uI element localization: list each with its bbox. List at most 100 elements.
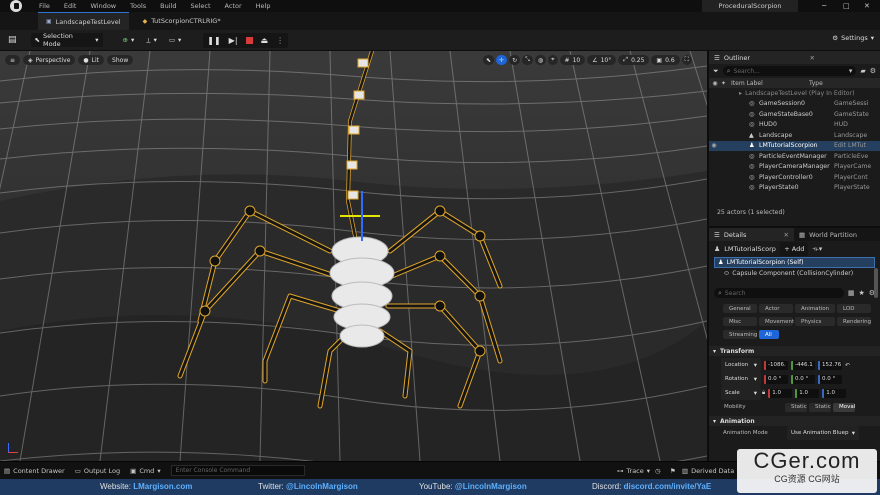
outliner-row[interactable]: ▲ Landscape Landscape bbox=[709, 130, 880, 141]
close-tab-icon[interactable]: ✕ bbox=[810, 54, 815, 62]
add-actor-button[interactable]: ⊕ ▾ bbox=[119, 33, 139, 47]
menu-actor[interactable]: Actor bbox=[218, 0, 249, 12]
close-icon[interactable]: ✕ bbox=[864, 0, 870, 12]
show-button[interactable]: Show bbox=[107, 55, 134, 65]
eject-icon[interactable]: ⏏ bbox=[261, 36, 269, 45]
stop-icon[interactable] bbox=[245, 36, 253, 44]
eye-icon[interactable]: ◉ bbox=[709, 142, 719, 149]
notifications-icon[interactable]: ⚑ bbox=[670, 467, 676, 475]
menu-tools[interactable]: Tools bbox=[123, 0, 153, 12]
grid-snap-button[interactable]: #10 bbox=[559, 55, 586, 65]
star-icon[interactable]: ★ bbox=[858, 289, 864, 297]
location-x-field[interactable]: -1086. bbox=[764, 360, 788, 370]
filter-movement[interactable]: Movement bbox=[759, 317, 794, 326]
filter-animation[interactable]: Animation bbox=[795, 304, 835, 313]
cinematics-button[interactable]: ▭ ▾ bbox=[165, 33, 185, 47]
animation-section-header[interactable]: ▾ Animation bbox=[709, 416, 880, 426]
menu-file[interactable]: File bbox=[32, 0, 57, 12]
selection-mode-dropdown[interactable]: ⬉ Selection Mode ▾ bbox=[30, 32, 103, 48]
output-log-button[interactable]: ▭ Output Log bbox=[75, 467, 120, 475]
settings-button[interactable]: ⚙ Settings ▾ bbox=[832, 34, 874, 42]
filter-icon[interactable]: ⏷ bbox=[713, 67, 719, 76]
mobility-static[interactable]: Static bbox=[785, 402, 807, 412]
folder-icon[interactable]: ▰ bbox=[860, 67, 865, 75]
outliner-row[interactable]: ◎ ParticleEventManager ParticleEve bbox=[709, 151, 880, 162]
tab-landscape-test-level[interactable]: ▣ LandscapeTestLevel bbox=[38, 12, 129, 30]
location-y-field[interactable]: -446.1 bbox=[791, 360, 815, 370]
scale-snap-button[interactable]: ⤢ 0.25 bbox=[618, 55, 650, 65]
unreal-logo-icon[interactable] bbox=[10, 0, 22, 12]
details-scrollbar[interactable] bbox=[874, 268, 878, 298]
settings-icon[interactable]: ⚙ bbox=[870, 67, 876, 75]
animation-mode-dropdown[interactable]: Use Animation Blueprin▾ bbox=[787, 426, 859, 440]
outliner-row[interactable]: ◎ PlayerCameraManager PlayerCame bbox=[709, 162, 880, 173]
filter-all[interactable]: All bbox=[759, 330, 779, 339]
outliner-row[interactable]: ◎ PlayerState0 PlayerState bbox=[709, 183, 880, 194]
tab-details[interactable]: ☰ Details ✕ bbox=[709, 228, 794, 241]
filter-physics[interactable]: Physics bbox=[795, 317, 835, 326]
menu-window[interactable]: Window bbox=[83, 0, 123, 12]
surface-snap-button[interactable]: ⌖ bbox=[548, 55, 558, 65]
tab-world-partition[interactable]: ▦ World Partition bbox=[794, 228, 862, 241]
close-tab-icon[interactable]: ✕ bbox=[784, 231, 789, 239]
filter-misc[interactable]: Misc bbox=[723, 317, 757, 326]
blueprint-button[interactable]: ⟂ ▾ bbox=[142, 33, 161, 47]
property-matrix-icon[interactable]: ▦ bbox=[848, 289, 855, 297]
reset-icon[interactable]: ↶ bbox=[845, 362, 850, 369]
rotation-snap-button[interactable]: ∠ 10° bbox=[587, 55, 617, 65]
trace-button[interactable]: ⊶ Trace ▾ bbox=[617, 467, 650, 475]
pause-icon[interactable]: ❚❚ bbox=[207, 36, 220, 45]
revision-control-icon[interactable]: ◷ bbox=[655, 467, 661, 475]
outliner-row[interactable]: ◎ HUD0 HUD bbox=[709, 120, 880, 131]
scale-y-field[interactable]: 1.0 bbox=[795, 388, 820, 398]
level-row[interactable]: ▸ LandscapeTestLevel (Play In Editor) bbox=[709, 88, 880, 99]
minimize-icon[interactable]: ─ bbox=[822, 0, 826, 12]
menu-build[interactable]: Build bbox=[153, 0, 183, 12]
outliner-tab[interactable]: ☰ Outliner ✕ bbox=[709, 51, 880, 64]
content-drawer-button[interactable]: ▤ Content Drawer bbox=[4, 467, 65, 475]
add-component-button[interactable]: + Add bbox=[780, 242, 809, 256]
filter-lod[interactable]: LOD bbox=[837, 304, 871, 313]
cmd-dropdown[interactable]: ▣ Cmd ▾ bbox=[130, 467, 160, 475]
component-self-row[interactable]: ♟ LMTutorialScorpion (Self) bbox=[714, 257, 875, 268]
maximize-viewport-button[interactable]: ⛶ bbox=[681, 55, 692, 65]
viewport-menu-button[interactable]: ≡ bbox=[5, 55, 21, 65]
scale-z-field[interactable]: 1.0 bbox=[822, 388, 847, 398]
world-space-button[interactable]: ◍ bbox=[534, 55, 547, 65]
outliner-row[interactable]: ◎ GameStateBase0 GameState bbox=[709, 109, 880, 120]
maximize-icon[interactable]: □ bbox=[843, 0, 850, 12]
component-capsule-row[interactable]: ⬭ Capsule Component (CollisionCylinder) bbox=[714, 268, 875, 279]
derived-data-button[interactable]: ▥ Derived Data bbox=[682, 467, 734, 475]
rotation-z-field[interactable]: 0.0 ° bbox=[818, 374, 842, 384]
level-viewport[interactable]: ≡ ◈ Perspective ● Lit Show ⬉ ✛ ↻ ⤡ ◍ ⌖ #10… bbox=[0, 51, 707, 461]
outliner-row-selected[interactable]: ◉ ♟ LMTutorialScorpion Edit LMTut bbox=[709, 140, 880, 151]
console-input[interactable]: Enter Console Command bbox=[170, 465, 305, 476]
scene-render[interactable] bbox=[0, 51, 707, 461]
more-options-icon[interactable]: ⋮ bbox=[276, 36, 284, 45]
filter-general[interactable]: General bbox=[723, 304, 757, 313]
mobility-movable[interactable]: Moval bbox=[833, 402, 855, 412]
skip-frame-icon[interactable]: ▶| bbox=[229, 36, 238, 45]
mobility-stationary[interactable]: Static bbox=[809, 402, 831, 412]
filter-rendering[interactable]: Rendering bbox=[837, 317, 871, 326]
details-search-box[interactable]: ⌕ Search bbox=[714, 288, 844, 298]
transform-section-header[interactable]: ▾ Transform bbox=[709, 346, 880, 356]
scale-tool-button[interactable]: ⤡ bbox=[522, 55, 533, 65]
lit-button[interactable]: ● Lit bbox=[78, 55, 105, 65]
location-mode-dropdown[interactable]: Location ▾ bbox=[721, 358, 761, 372]
camera-speed-button[interactable]: ▣ 0.6 bbox=[651, 55, 680, 65]
visibility-column-icon[interactable]: ◉ bbox=[709, 80, 721, 87]
filter-streaming[interactable]: Streaming bbox=[723, 330, 757, 339]
rotation-mode-dropdown[interactable]: Rotation ▾ bbox=[721, 372, 761, 386]
menu-select[interactable]: Select bbox=[183, 0, 217, 12]
scale-x-field[interactable]: 1.0 bbox=[768, 388, 793, 398]
translate-tool-button[interactable]: ✛ bbox=[496, 55, 508, 65]
tab-control-rig[interactable]: ◆ TutScorpionCTRLRIG* bbox=[135, 12, 229, 30]
outliner-row[interactable]: ◎ PlayerController0 PlayerCont bbox=[709, 172, 880, 183]
menu-help[interactable]: Help bbox=[249, 0, 278, 12]
menu-edit[interactable]: Edit bbox=[57, 0, 84, 12]
rotation-y-field[interactable]: 0.0 ° bbox=[791, 374, 815, 384]
blueprint-options-icon[interactable]: ⟛▾ bbox=[812, 245, 822, 254]
rotate-tool-button[interactable]: ↻ bbox=[509, 55, 521, 65]
outliner-row[interactable]: ◎ GameSession0 GameSessi bbox=[709, 99, 880, 110]
